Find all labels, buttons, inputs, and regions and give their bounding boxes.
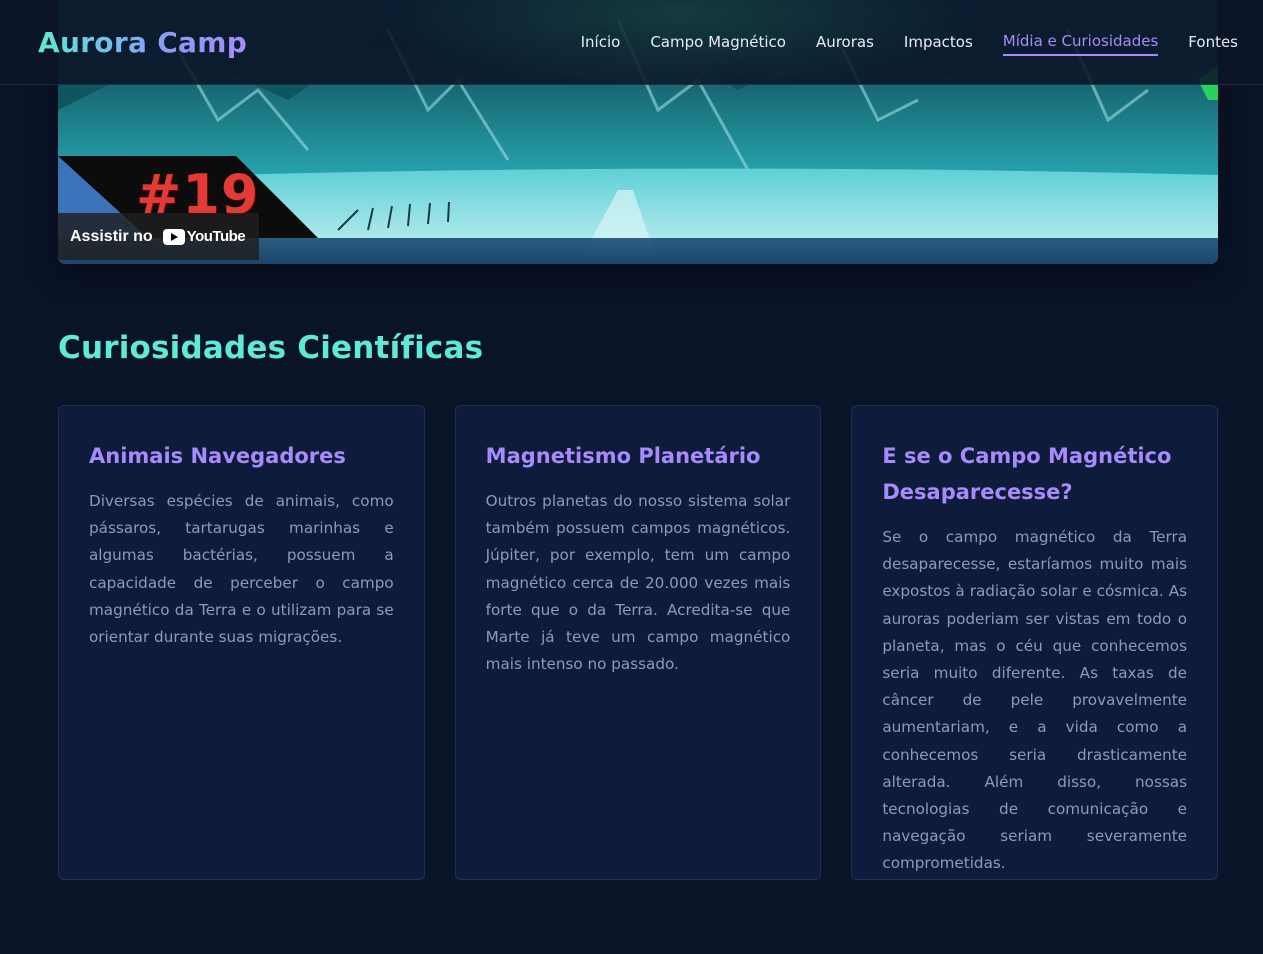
curiosity-cards: Animais Navegadores Diversas espécies de… <box>58 405 1219 880</box>
nav-item-campo-magnetico[interactable]: Campo Magnético <box>650 29 786 55</box>
card-text: Outros planetas do nosso sistema solar t… <box>485 492 791 674</box>
section-title: Curiosidades Científicas <box>58 330 484 366</box>
youtube-logo: YouTube <box>162 228 246 245</box>
watch-on-youtube-button[interactable]: Assistir no YouTube <box>58 213 260 260</box>
brand-logo[interactable]: Aurora Camp <box>38 26 247 59</box>
curiosity-card: Magnetismo Planetário Outros planetas do… <box>454 405 822 880</box>
curiosity-card: Animais Navegadores Diversas espécies de… <box>58 405 425 880</box>
youtube-play-icon <box>162 228 185 245</box>
nav-item-fontes[interactable]: Fontes <box>1188 29 1238 55</box>
main-nav: Início Campo Magnético Auroras Impactos … <box>581 28 1238 56</box>
nav-item-midia-e-curiosidades[interactable]: Mídia e Curiosidades <box>1002 28 1159 56</box>
card-title: Animais Navegadores <box>89 444 346 468</box>
card-title: E se o Campo Magnético Desaparecesse? <box>882 444 1172 504</box>
page: #19 Assistir no YouTube Aurora Camp Iníc… <box>0 0 1263 954</box>
curiosity-card: E se o Campo Magnético Desaparecesse? Se… <box>851 405 1219 880</box>
youtube-wordmark: YouTube <box>186 228 246 245</box>
site-header: Aurora Camp Início Campo Magnético Auror… <box>0 0 1263 85</box>
nav-item-impactos[interactable]: Impactos <box>904 29 973 55</box>
watch-on-label: Assistir no <box>70 227 153 245</box>
card-title: Magnetismo Planetário <box>485 444 761 468</box>
nav-item-inicio[interactable]: Início <box>581 29 621 55</box>
card-text: Diversas espécies de animais, como pássa… <box>89 492 394 647</box>
nav-item-auroras[interactable]: Auroras <box>816 29 874 55</box>
card-text: Se o campo magnético da Terra desaparece… <box>882 528 1188 873</box>
